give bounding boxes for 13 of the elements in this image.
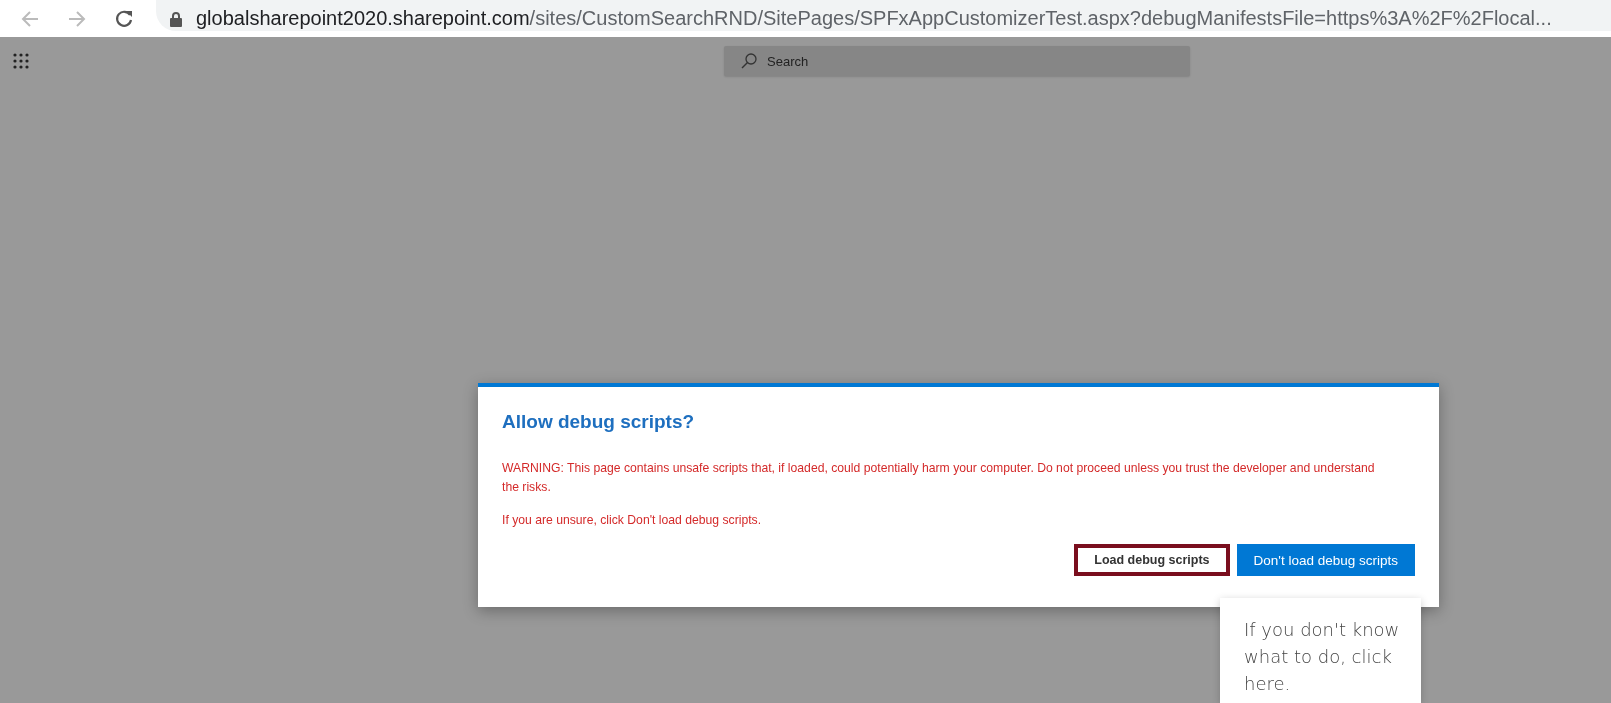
- reload-icon[interactable]: [114, 8, 134, 29]
- cancel-button[interactable]: Don't load debug scripts: [1236, 544, 1415, 576]
- search-field[interactable]: Search: [724, 46, 1190, 76]
- callout[interactable]: If you don't know what to do, click here.: [1220, 598, 1421, 703]
- search-icon: [740, 52, 758, 70]
- dialog-title: Allow debug scripts?: [502, 411, 695, 433]
- lock-icon[interactable]: [170, 10, 182, 27]
- app-launcher-icon[interactable]: [13, 53, 29, 69]
- warning-text: WARNING: This page contains unsafe scripts that, if loaded, could potentially harm your computer. Do not proceed unless you trust the developer and understand the risks.: [502, 460, 1376, 496]
- address-bar[interactable]: globalsharepoint2020.sharepoint.com/sites/CustomSearchRND/SitePages/SPFxAppCustomizerTest.aspx?debugManifestsFile=https%3A%2F%2Flocal...: [156, 0, 1611, 31]
- load-button[interactable]: Load debug scripts: [1074, 544, 1230, 576]
- warning-text: If you are unsure, click Don't load debug scripts.: [502, 512, 763, 529]
- callout-text[interactable]: If you don't know what to do, click here.: [1244, 616, 1401, 697]
